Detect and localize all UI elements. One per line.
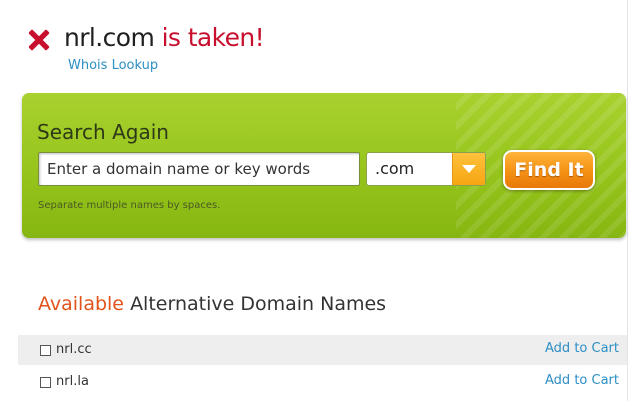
page-title: nrl.com is taken!: [64, 22, 265, 54]
alternatives-heading-text: Alternative Domain Names: [130, 293, 387, 315]
whois-lookup-link[interactable]: Whois Lookup: [68, 58, 158, 73]
alternatives-heading: Available Alternative Domain Names: [38, 293, 386, 315]
list-item: nrl.cc Add to Cart: [18, 335, 627, 365]
search-again-heading: Search Again: [37, 120, 169, 144]
add-to-cart-link[interactable]: Add to Cart: [545, 341, 619, 356]
alternatives-heading-highlight: Available: [38, 293, 125, 315]
domain-checkbox[interactable]: [40, 345, 51, 356]
domain-name: nrl.cc: [56, 342, 92, 357]
tld-selected-value: .com: [375, 159, 415, 178]
search-again-panel: Search Again .com Find It Separate multi…: [22, 93, 626, 238]
domain-search-input[interactable]: [38, 152, 360, 186]
taken-status: is taken!: [161, 23, 265, 52]
taken-domain: nrl.com: [64, 23, 155, 52]
x-icon: [28, 29, 50, 51]
domain-name: nrl.la: [56, 374, 89, 389]
list-item: nrl.la Add to Cart: [18, 367, 627, 397]
find-it-button[interactable]: Find It: [503, 150, 595, 190]
chevron-down-icon[interactable]: [452, 153, 485, 185]
domain-checkbox[interactable]: [40, 377, 51, 388]
add-to-cart-link[interactable]: Add to Cart: [545, 373, 619, 388]
search-hint: Separate multiple names by spaces.: [38, 200, 221, 211]
divider: [627, 0, 628, 401]
domain-search-page: nrl.com is taken! Whois Lookup Search Ag…: [0, 0, 633, 401]
tld-select[interactable]: .com: [366, 152, 486, 186]
